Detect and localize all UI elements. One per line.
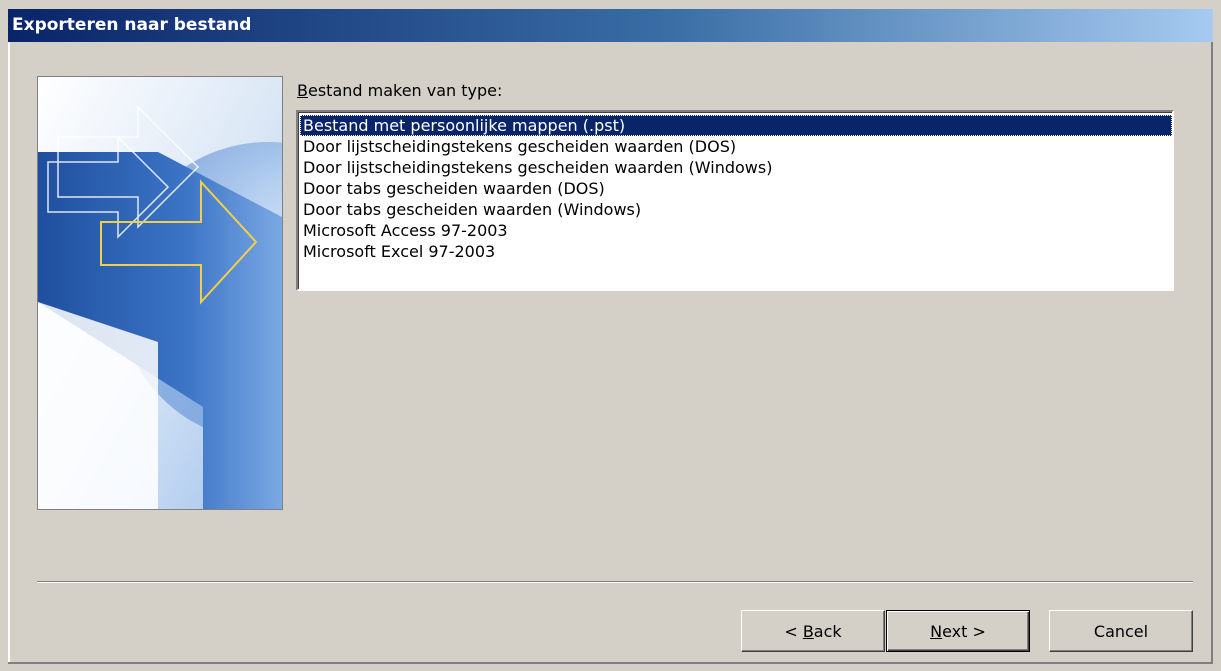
dialog-title-bar[interactable]: Exporteren naar bestand bbox=[8, 9, 1213, 42]
list-item-pst[interactable]: Bestand met persoonlijke mappen (.pst) bbox=[300, 115, 1172, 136]
list-item-csv-dos[interactable]: Door lijstscheidingstekens gescheiden wa… bbox=[300, 136, 1172, 157]
file-type-label-text: estand maken van type: bbox=[307, 81, 503, 100]
next-button[interactable]: Next > bbox=[886, 610, 1030, 652]
export-arrow-illustration bbox=[38, 77, 282, 509]
file-type-label-mnemonic: B bbox=[297, 81, 308, 100]
back-button-suffix: ack bbox=[813, 621, 842, 641]
list-item-access[interactable]: Microsoft Access 97-2003 bbox=[300, 220, 1172, 241]
list-item-tab-windows[interactable]: Door tabs gescheiden waarden (Windows) bbox=[300, 199, 1172, 220]
dialog-title: Exporteren naar bestand bbox=[12, 15, 252, 35]
list-item-tab-dos[interactable]: Door tabs gescheiden waarden (DOS) bbox=[300, 178, 1172, 199]
button-separator bbox=[37, 581, 1193, 583]
next-button-mnemonic: N bbox=[930, 621, 943, 641]
list-item-excel[interactable]: Microsoft Excel 97-2003 bbox=[300, 241, 1172, 262]
dialog-frame-right bbox=[1211, 42, 1213, 664]
back-button-prefix: < bbox=[784, 621, 803, 641]
file-type-listbox[interactable]: Bestand met persoonlijke mappen (.pst) D… bbox=[296, 110, 1174, 291]
dialog-frame-left bbox=[8, 42, 10, 664]
list-item-csv-windows[interactable]: Door lijstscheidingstekens gescheiden wa… bbox=[300, 157, 1172, 178]
back-button[interactable]: < Back bbox=[741, 610, 885, 652]
next-button-suffix: ext > bbox=[942, 621, 986, 641]
cancel-button[interactable]: Cancel bbox=[1049, 610, 1193, 652]
wizard-illustration bbox=[37, 76, 283, 510]
file-type-label: Bestand maken van type: bbox=[297, 81, 502, 100]
dialog-frame-bottom bbox=[8, 662, 1213, 664]
back-button-mnemonic: B bbox=[802, 621, 814, 641]
